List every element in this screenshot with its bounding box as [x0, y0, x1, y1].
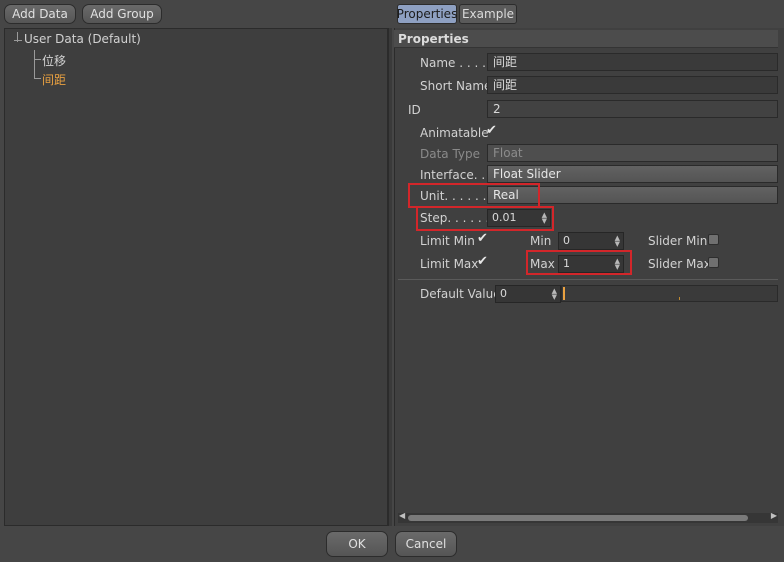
properties-section-header: Properties: [394, 30, 778, 48]
default-value: 0: [500, 287, 507, 300]
min-value: 0: [563, 234, 570, 247]
properties-horizontal-scrollbar[interactable]: ◀ ▶: [398, 511, 778, 523]
name-field[interactable]: 间距: [487, 53, 778, 71]
tree-connector: [34, 50, 35, 78]
max-highlight-box: [526, 250, 632, 275]
tree-connector: [34, 59, 41, 60]
limit-max-checkbox[interactable]: ✔: [477, 254, 488, 269]
slider-max-checkbox[interactable]: [708, 257, 719, 268]
default-value-stepper[interactable]: 0 ▲ ▼: [495, 285, 561, 303]
tree-scrollbar[interactable]: [388, 28, 392, 526]
tree-root-user-data[interactable]: User Data (Default): [24, 32, 141, 46]
tree-item-spacing[interactable]: 间距: [42, 71, 66, 88]
data-type-label: Data Type: [420, 147, 481, 161]
tree-connector: [34, 78, 41, 79]
scroll-right-icon[interactable]: ▶: [771, 511, 777, 520]
interface-dropdown[interactable]: Float Slider: [487, 165, 778, 183]
add-data-button[interactable]: Add Data: [4, 4, 76, 24]
name-label: Name . . . . .: [420, 56, 494, 70]
default-value-slider[interactable]: [561, 285, 778, 302]
step-highlight-box: [416, 206, 554, 231]
default-value-label: Default Value: [420, 287, 501, 301]
min-stepper[interactable]: 0 ▲ ▼: [558, 232, 624, 250]
user-data-tree: [4, 28, 388, 526]
slider-max-label: Slider Max: [648, 257, 711, 271]
tree-connector: [14, 40, 22, 41]
limit-max-label: Limit Max: [420, 257, 479, 271]
slider-min-label: Slider Min: [648, 234, 708, 248]
short-name-field[interactable]: 间距: [487, 76, 778, 94]
divider: [398, 279, 778, 280]
unit-highlight-box: [408, 183, 540, 208]
min-label: Min: [530, 234, 552, 248]
id-value: 2: [487, 100, 778, 118]
scroll-left-icon[interactable]: ◀: [399, 511, 405, 520]
animatable-checkbox[interactable]: ✔: [486, 123, 497, 138]
tree-item-displacement[interactable]: 位移: [42, 52, 66, 69]
interface-label: Interface. . .: [420, 168, 493, 182]
limit-min-checkbox[interactable]: ✔: [477, 231, 488, 246]
slider-handle[interactable]: [563, 287, 565, 300]
slider-min-checkbox[interactable]: [708, 234, 719, 245]
spin-arrows-icon[interactable]: ▲ ▼: [615, 235, 620, 248]
id-label: ID: [408, 103, 421, 117]
add-group-button[interactable]: Add Group: [82, 4, 162, 24]
data-type-dropdown: Float: [487, 144, 778, 162]
scroll-thumb[interactable]: [408, 515, 748, 521]
tab-example[interactable]: Example: [459, 4, 517, 24]
spin-arrows-icon[interactable]: ▲ ▼: [552, 288, 557, 301]
short-name-label: Short Name: [420, 79, 492, 93]
tab-properties[interactable]: Properties: [397, 4, 457, 24]
ok-button[interactable]: OK: [326, 531, 388, 557]
cancel-button[interactable]: Cancel: [395, 531, 457, 557]
animatable-label: Animatable: [420, 126, 489, 140]
limit-min-label: Limit Min: [420, 234, 475, 248]
slider-tick: [679, 297, 680, 300]
